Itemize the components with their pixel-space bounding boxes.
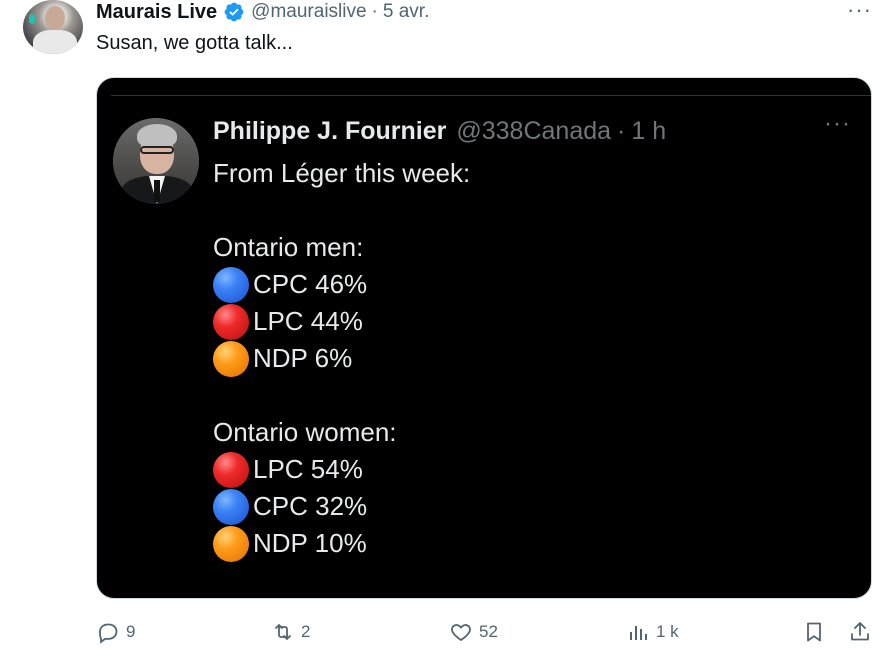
like-button[interactable]: 52 xyxy=(449,620,498,644)
share-button[interactable] xyxy=(848,620,878,644)
tweet-text: Susan, we gotta talk... xyxy=(96,32,293,54)
poll-row-text: NDP 10% xyxy=(253,528,367,558)
poll-row: NDP 10% xyxy=(213,525,470,562)
section-title: Ontario men: xyxy=(213,232,364,262)
red-circle-icon xyxy=(213,451,249,488)
more-options-icon[interactable]: ··· xyxy=(847,0,872,21)
quoted-author-avatar xyxy=(113,118,199,204)
tweet-header: Maurais Live @mauraislive · 5 avr. xyxy=(96,0,429,24)
red-circle-icon xyxy=(213,303,249,340)
bookmark-button[interactable] xyxy=(802,620,832,644)
poll-row: CPC 46% xyxy=(213,266,470,303)
quoted-author-name: Philippe J. Fournier xyxy=(213,116,447,145)
quoted-author-handle: @338Canada xyxy=(456,116,612,145)
retweet-count: 2 xyxy=(301,622,311,641)
heart-icon xyxy=(451,624,471,642)
bookmark-icon xyxy=(807,622,821,642)
quoted-header: Philippe J. Fournier @338Canada · 1 h xyxy=(213,116,666,146)
poll-row: CPC 32% xyxy=(213,488,470,525)
poll-row: LPC 44% xyxy=(213,303,470,340)
share-icon xyxy=(851,622,869,641)
poll-row: LPC 54% xyxy=(213,451,470,488)
author-name[interactable]: Maurais Live xyxy=(96,1,217,24)
poll-row-text: LPC 54% xyxy=(253,454,363,484)
quoted-time: 1 h xyxy=(631,116,667,145)
like-count: 52 xyxy=(479,622,498,641)
reply-icon xyxy=(99,623,118,644)
quoted-body: From Léger this week: Ontario men: CPC 4… xyxy=(213,155,470,562)
poll-row-text: CPC 32% xyxy=(253,491,368,521)
quoted-more-icon: ··· xyxy=(824,110,851,137)
retweet-icon xyxy=(275,624,291,640)
embedded-screenshot[interactable]: Philippe J. Fournier @338Canada · 1 h ··… xyxy=(96,77,872,599)
separator-dot: · xyxy=(371,1,378,22)
reply-button[interactable]: 9 xyxy=(96,620,135,644)
section-title: Ontario women: xyxy=(213,417,397,447)
divider xyxy=(111,95,871,96)
poll-row: NDP 6% xyxy=(213,340,470,377)
orange-circle-icon xyxy=(213,340,249,377)
verified-badge-icon xyxy=(224,2,244,22)
poll-row-text: LPC 44% xyxy=(253,306,363,336)
author-avatar[interactable] xyxy=(23,0,83,54)
retweet-button[interactable]: 2 xyxy=(271,620,310,644)
blue-circle-icon xyxy=(213,266,249,303)
tweet-time[interactable]: 5 avr. xyxy=(383,1,429,23)
poll-row-text: CPC 46% xyxy=(253,269,368,299)
analytics-icon xyxy=(630,626,647,640)
reply-count: 9 xyxy=(126,622,136,641)
action-bar: 9 2 52 1 k xyxy=(0,620,892,650)
quoted-intro: From Léger this week: xyxy=(213,158,471,188)
views-count: 1 k xyxy=(656,622,679,641)
author-handle[interactable]: @mauraislive xyxy=(251,1,366,23)
tweet: Maurais Live @mauraislive · 5 avr. ··· S… xyxy=(0,0,892,669)
orange-circle-icon xyxy=(213,525,249,562)
blue-circle-icon xyxy=(213,488,249,525)
poll-row-text: NDP 6% xyxy=(253,343,353,373)
views-button[interactable]: 1 k xyxy=(626,620,679,644)
separator-dot: · xyxy=(617,116,626,145)
